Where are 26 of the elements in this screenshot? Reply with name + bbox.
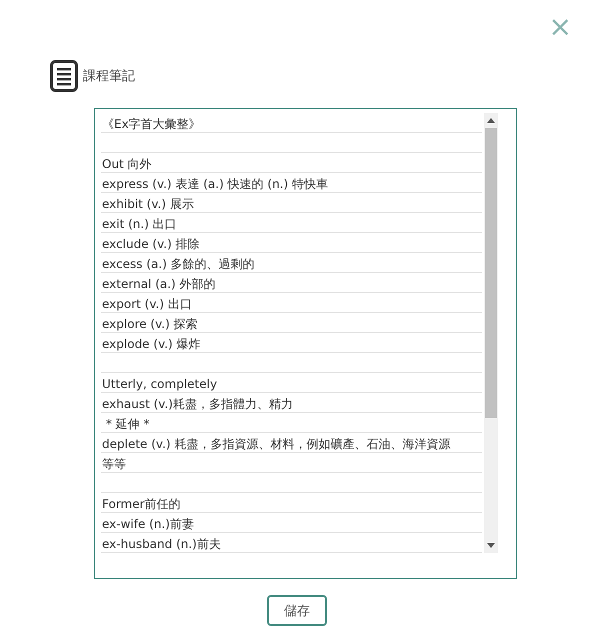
note-line: exit (n.) 出口 (102, 217, 177, 231)
note-line: explode (v.) 爆炸 (102, 337, 201, 351)
note-line: external (a.) 外部的 (102, 277, 216, 291)
notes-icon (50, 60, 78, 92)
note-line: ex-husband (n.)前夫 (102, 537, 221, 551)
note-line: express (v.) 表達 (a.) 快速的 (n.) 特快車 (102, 177, 328, 191)
notes-title: 課程筆記 (83, 68, 135, 85)
scroll-down-icon[interactable] (487, 543, 495, 548)
scrollbar[interactable] (484, 113, 498, 553)
note-line: Utterly, completely (102, 377, 218, 391)
note-line: exhibit (v.) 展示 (102, 197, 194, 211)
note-line: 《Ex字首大彙整》 (102, 117, 201, 131)
note-line: * 延伸 * (104, 417, 150, 431)
save-button[interactable]: 儲存 (267, 595, 327, 626)
note-line: Out 向外 (102, 157, 152, 171)
notes-text-area[interactable] (94, 108, 517, 579)
note-line: ex-wife (n.)前妻 (102, 517, 194, 531)
scroll-up-icon[interactable] (487, 118, 495, 123)
note-line: exclude (v.) 排除 (102, 237, 200, 251)
note-line: excess (a.) 多餘的、過剩的 (102, 257, 255, 271)
note-line: deplete (v.) 耗盡，多指資源、材料，例如礦產、石油、海洋資源 (102, 437, 450, 451)
note-line: Former前任的 (102, 497, 181, 511)
note-line: 等等 (102, 457, 126, 471)
note-line: export (v.) 出口 (102, 297, 192, 311)
note-line: explore (v.) 探索 (102, 317, 198, 331)
note-line: exhaust (v.)耗盡，多指體力、精力 (102, 397, 293, 411)
